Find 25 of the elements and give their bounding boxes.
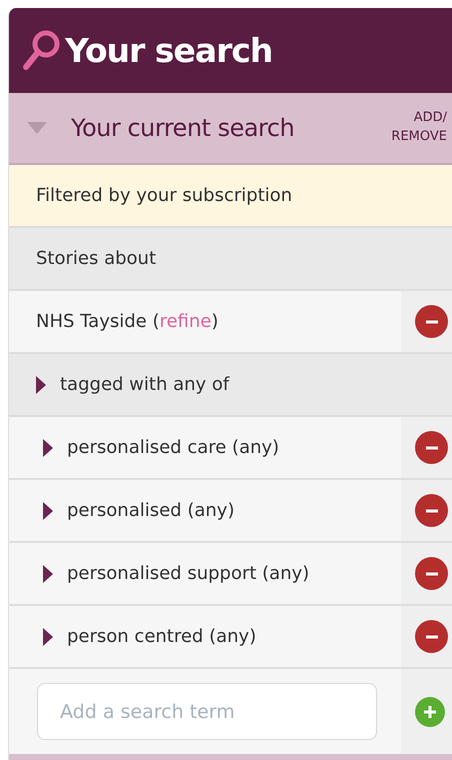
expand-arrow-icon[interactable] (43, 502, 53, 520)
panel-title: Your search (65, 31, 272, 70)
remove-button[interactable] (415, 431, 448, 464)
search-term-label: personalised (any) (67, 500, 234, 521)
topic-label: NHS Tayside (refine) (36, 311, 218, 332)
stories-label: Stories about (35, 248, 156, 269)
expand-arrow-icon[interactable] (36, 376, 46, 394)
search-icon (21, 28, 61, 72)
search-term-field[interactable]: Add a search term (37, 683, 377, 740)
search-term-label: person centred (any) (67, 626, 256, 647)
expand-arrow-icon[interactable] (43, 438, 53, 456)
tag-group-label: tagged with any of (60, 374, 230, 395)
subscription-note: Filtered by your subscription (35, 185, 292, 206)
expand-arrow-icon[interactable] (43, 564, 53, 582)
add-remove-link[interactable]: ADD/ REMOVE (375, 109, 447, 147)
remove-button[interactable] (415, 305, 448, 338)
plus-icon (423, 704, 437, 718)
remove-button[interactable] (415, 620, 448, 653)
expand-arrow-icon[interactable] (43, 628, 53, 646)
search-term-label: personalised care (any) (67, 437, 280, 458)
search-term-label: personalised support (any) (67, 563, 310, 584)
remove-button[interactable] (415, 494, 448, 527)
add-button[interactable] (415, 696, 445, 726)
remove-button[interactable] (415, 557, 448, 590)
section-title: Your current search (71, 114, 296, 142)
